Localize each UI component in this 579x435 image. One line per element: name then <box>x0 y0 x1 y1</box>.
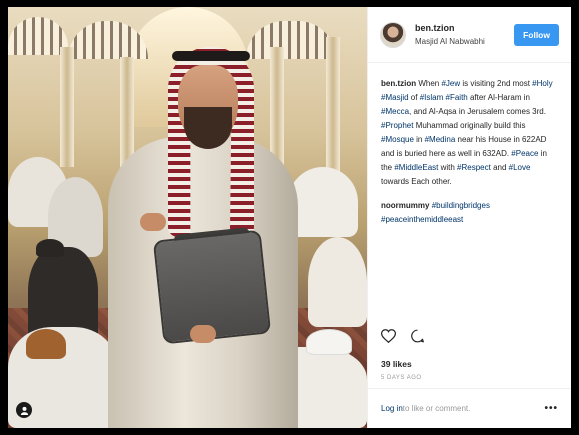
caption-hashtag[interactable]: #Peace <box>511 149 538 158</box>
caption-hashtag[interactable]: #Respect <box>457 163 491 172</box>
caption-hashtag[interactable]: #Holy <box>532 79 552 88</box>
owner-username[interactable]: ben.tzion <box>415 23 514 33</box>
caption-hashtag[interactable]: #Faith <box>446 93 468 102</box>
comment-hashtag[interactable]: #buildingbridges <box>432 201 490 210</box>
caption-text: and <box>490 163 509 172</box>
caption-hashtag[interactable]: #Jew <box>441 79 460 88</box>
caption-text: after Al-Haram in <box>467 93 530 102</box>
post-frame: ben.tzion Masjid Al Nabwabhi Follow ben.… <box>8 7 571 428</box>
post-header: ben.tzion Masjid Al Nabwabhi Follow <box>368 7 571 63</box>
crowd-person <box>308 237 367 327</box>
comment-icon[interactable] <box>410 329 425 348</box>
caption-hashtag[interactable]: #Prophet <box>381 121 413 130</box>
comment-username[interactable]: noormummy <box>381 201 429 210</box>
caption-hashtag[interactable]: #Mosque <box>381 135 414 144</box>
heart-icon[interactable] <box>380 329 397 348</box>
post-footer: Log in to like or comment. ••• <box>368 388 571 428</box>
prayer-cap <box>306 329 352 355</box>
login-prompt: to like or comment. <box>402 404 471 413</box>
caption-hashtag[interactable]: #Mecca <box>381 107 409 116</box>
action-bar <box>380 329 425 348</box>
agal <box>172 51 250 61</box>
post-timestamp: 5 DAYS AGO <box>381 375 422 381</box>
pillar <box>120 57 134 167</box>
caption-hashtag[interactable]: #Islam <box>420 93 444 102</box>
login-link[interactable]: Log in <box>381 404 403 413</box>
subject-hand <box>140 213 166 231</box>
avatar[interactable] <box>380 21 406 48</box>
caption-text: When <box>416 79 442 88</box>
arch-stripes <box>68 21 148 59</box>
crowd-person <box>288 167 358 237</box>
caption-text: in <box>413 135 425 144</box>
caption-text: , and Al-Aqsa in Jerusalem comes 3rd. <box>409 107 546 116</box>
post-photo[interactable] <box>8 7 367 428</box>
caption-text: Muhammad originally build this <box>413 121 526 130</box>
subject-hand <box>190 325 216 343</box>
post-sidebar: ben.tzion Masjid Al Nabwabhi Follow ben.… <box>367 7 571 428</box>
owner-info: ben.tzion Masjid Al Nabwabhi <box>415 23 514 46</box>
caption-text: of <box>408 93 420 102</box>
post-location[interactable]: Masjid Al Nabwabhi <box>415 37 514 46</box>
caption-text: is visiting 2nd most <box>460 79 533 88</box>
pillar <box>326 37 340 177</box>
head <box>36 239 64 257</box>
caption-text: with <box>438 163 458 172</box>
pillar <box>60 47 74 167</box>
post-caption: ben.tzion When #Jew is visiting 2nd most… <box>368 63 571 189</box>
comment: noormummy #buildingbridges #peaceinthemi… <box>368 189 571 227</box>
like-count[interactable]: 39 likes <box>381 359 412 369</box>
caption-text: towards Each other. <box>381 177 452 186</box>
caption-username[interactable]: ben.tzion <box>381 79 416 88</box>
caption-hashtag[interactable]: #Masjid <box>381 93 409 102</box>
caption-hashtag[interactable]: #Medina <box>425 135 456 144</box>
follow-button[interactable]: Follow <box>514 23 559 46</box>
caption-hashtag[interactable]: #MiddleEast <box>394 163 438 172</box>
arch-stripes <box>246 21 336 59</box>
comment-hashtag[interactable]: #peaceinthemiddleeast <box>381 215 463 224</box>
more-options-icon[interactable]: ••• <box>544 403 558 414</box>
user-tag-icon[interactable] <box>16 402 32 418</box>
child-cap <box>26 329 66 359</box>
arch-stripes <box>8 17 68 55</box>
caption-hashtag[interactable]: #Love <box>509 163 531 172</box>
